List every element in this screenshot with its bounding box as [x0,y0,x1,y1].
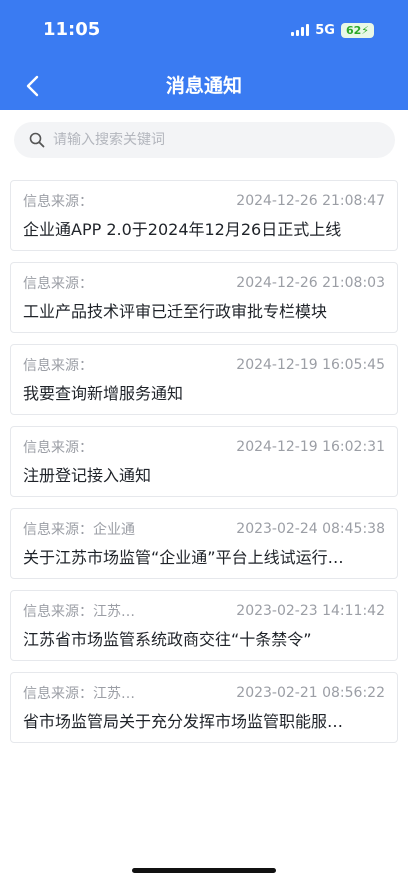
notice-time: 2023-02-23 14:11:42 [236,603,385,619]
notice-source: 信息来源：江苏… [23,604,135,620]
notice-card[interactable]: 信息来源： 2024-12-19 16:02:31 注册登记接入通知 [10,426,398,497]
signal-icon [291,24,310,36]
notice-card[interactable]: 信息来源： 2024-12-26 21:08:47 企业通APP 2.0于202… [10,180,398,251]
notice-time: 2024-12-26 21:08:03 [236,275,385,291]
notice-title: 我要查询新增服务通知 [23,384,184,403]
notice-source: 信息来源：企业通 [23,522,135,538]
status-time: 11:05 [43,19,101,40]
notice-source: 信息来源：江苏… [23,686,135,702]
notice-card[interactable]: 信息来源： 2024-12-26 21:08:03 工业产品技术评审已迁至行政审… [10,262,398,333]
network-label: 5G [315,22,335,38]
notice-source: 信息来源： [23,440,93,456]
app-header: 11:05 5G 62⚡ 消息通知 [0,0,408,110]
notice-title: 企业通APP 2.0于2024年12月26日正式上线 [23,220,342,239]
notice-list: 信息来源： 2024-12-26 21:08:47 企业通APP 2.0于202… [10,180,398,743]
notice-source: 信息来源： [23,358,93,374]
notice-source: 信息来源： [23,276,93,292]
search-bar[interactable] [14,122,395,158]
notice-card[interactable]: 信息来源：企业通 2023-02-24 08:45:38 关于江苏市场监管“企业… [10,508,398,579]
notice-card[interactable]: 信息来源：江苏… 2023-02-23 14:11:42 江苏省市场监管系统政商… [10,590,398,661]
home-indicator [132,868,276,873]
notice-time: 2023-02-21 08:56:22 [236,685,385,701]
notice-title: 工业产品技术评审已迁至行政审批专栏模块 [23,302,328,321]
search-input[interactable] [53,132,353,148]
status-icons: 5G 62⚡ [291,22,374,38]
notice-title: 江苏省市场监管系统政商交往“十条禁令” [23,630,312,649]
notice-time: 2024-12-19 16:05:45 [236,357,385,373]
notice-card[interactable]: 信息来源：江苏… 2023-02-21 08:56:22 省市场监管局关于充分发… [10,672,398,743]
notice-card[interactable]: 信息来源： 2024-12-19 16:05:45 我要查询新增服务通知 [10,344,398,415]
battery-level: 62 [345,23,362,37]
notice-title: 关于江苏市场监管“企业通”平台上线试运行… [23,548,344,567]
notice-source: 信息来源： [23,194,93,210]
battery-icon: 62⚡ [340,22,374,38]
notice-time: 2024-12-19 16:02:31 [236,439,385,455]
notice-time: 2023-02-24 08:45:38 [236,521,385,537]
search-icon [29,132,45,148]
notice-title: 注册登记接入通知 [23,466,152,485]
notice-title: 省市场监管局关于充分发挥市场监管职能服… [23,712,344,731]
charging-icon: ⚡ [361,23,369,37]
page-title: 消息通知 [165,75,242,97]
notice-time: 2024-12-26 21:08:47 [236,193,385,209]
